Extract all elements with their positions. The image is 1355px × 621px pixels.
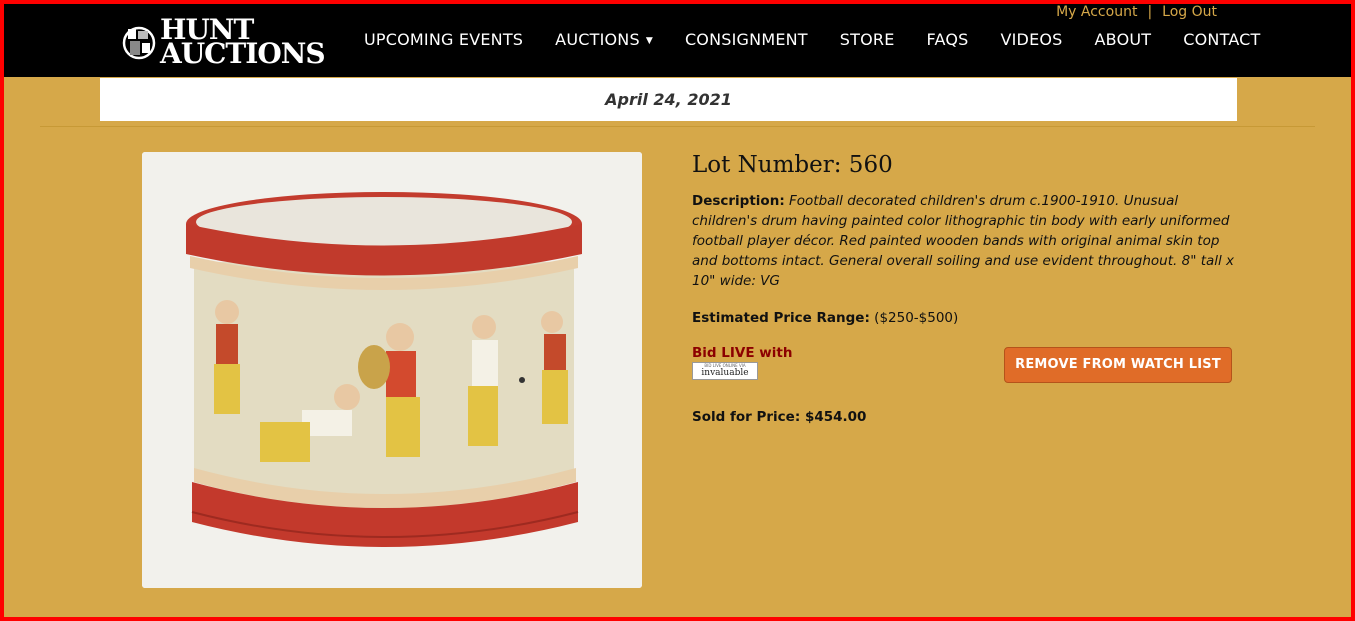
nav-videos[interactable]: VIDEOS (984, 30, 1078, 49)
estimated-price-range: Estimated Price Range: ($250-$500) (692, 310, 1237, 326)
lot-details: Lot Number: 560 Description: Football de… (692, 152, 1237, 425)
log-out-link[interactable]: Log Out (1162, 4, 1217, 22)
description-label: Description: (692, 193, 785, 209)
sold-price: Sold for Price: $454.00 (692, 409, 1237, 425)
top-navbar: HUNT AUCTIONS My Account | Log Out UPCOM… (4, 4, 1351, 77)
sold-value: $454.00 (804, 409, 867, 425)
lot-description: Description: Football decorated children… (692, 191, 1237, 291)
nav-upcoming-events[interactable]: UPCOMING EVENTS (348, 30, 539, 49)
logo-line-2: AUCTIONS (160, 37, 326, 70)
my-account-link[interactable]: My Account (1056, 4, 1137, 22)
logo-text: HUNT AUCTIONS (160, 16, 326, 70)
main-menu: UPCOMING EVENTS AUCTIONS ▼ CONSIGNMENT ST… (348, 30, 1277, 49)
account-links: My Account | Log Out (1056, 4, 1217, 22)
divider (40, 126, 1315, 127)
nav-faqs[interactable]: FAQS (911, 30, 985, 49)
sold-label: Sold for Price: (692, 409, 801, 425)
logo-emblem-icon (122, 21, 156, 63)
nav-consignment[interactable]: CONSIGNMENT (669, 30, 824, 49)
invaluable-text: invaluable (701, 368, 749, 378)
estimate-value: ($250-$500) (874, 310, 959, 326)
nav-contact[interactable]: CONTACT (1167, 30, 1276, 49)
caret-down-icon: ▼ (645, 35, 653, 46)
estimate-label: Estimated Price Range: (692, 310, 870, 326)
nav-auctions[interactable]: AUCTIONS ▼ (539, 30, 669, 49)
nav-auctions-label: AUCTIONS (555, 30, 640, 49)
nav-store[interactable]: STORE (824, 30, 911, 49)
lot-photo[interactable] (142, 152, 642, 588)
auction-date: April 24, 2021 (100, 78, 1237, 121)
account-separator: | (1147, 4, 1153, 20)
nav-about[interactable]: ABOUT (1079, 30, 1168, 49)
remove-from-watch-list-button[interactable]: REMOVE FROM WATCH LIST (1004, 347, 1232, 383)
lot-number-title: Lot Number: 560 (692, 152, 893, 178)
invaluable-logo[interactable]: BID LIVE ONLINE VIA invaluable (692, 362, 758, 380)
hunt-auctions-logo[interactable]: HUNT AUCTIONS (122, 14, 326, 70)
